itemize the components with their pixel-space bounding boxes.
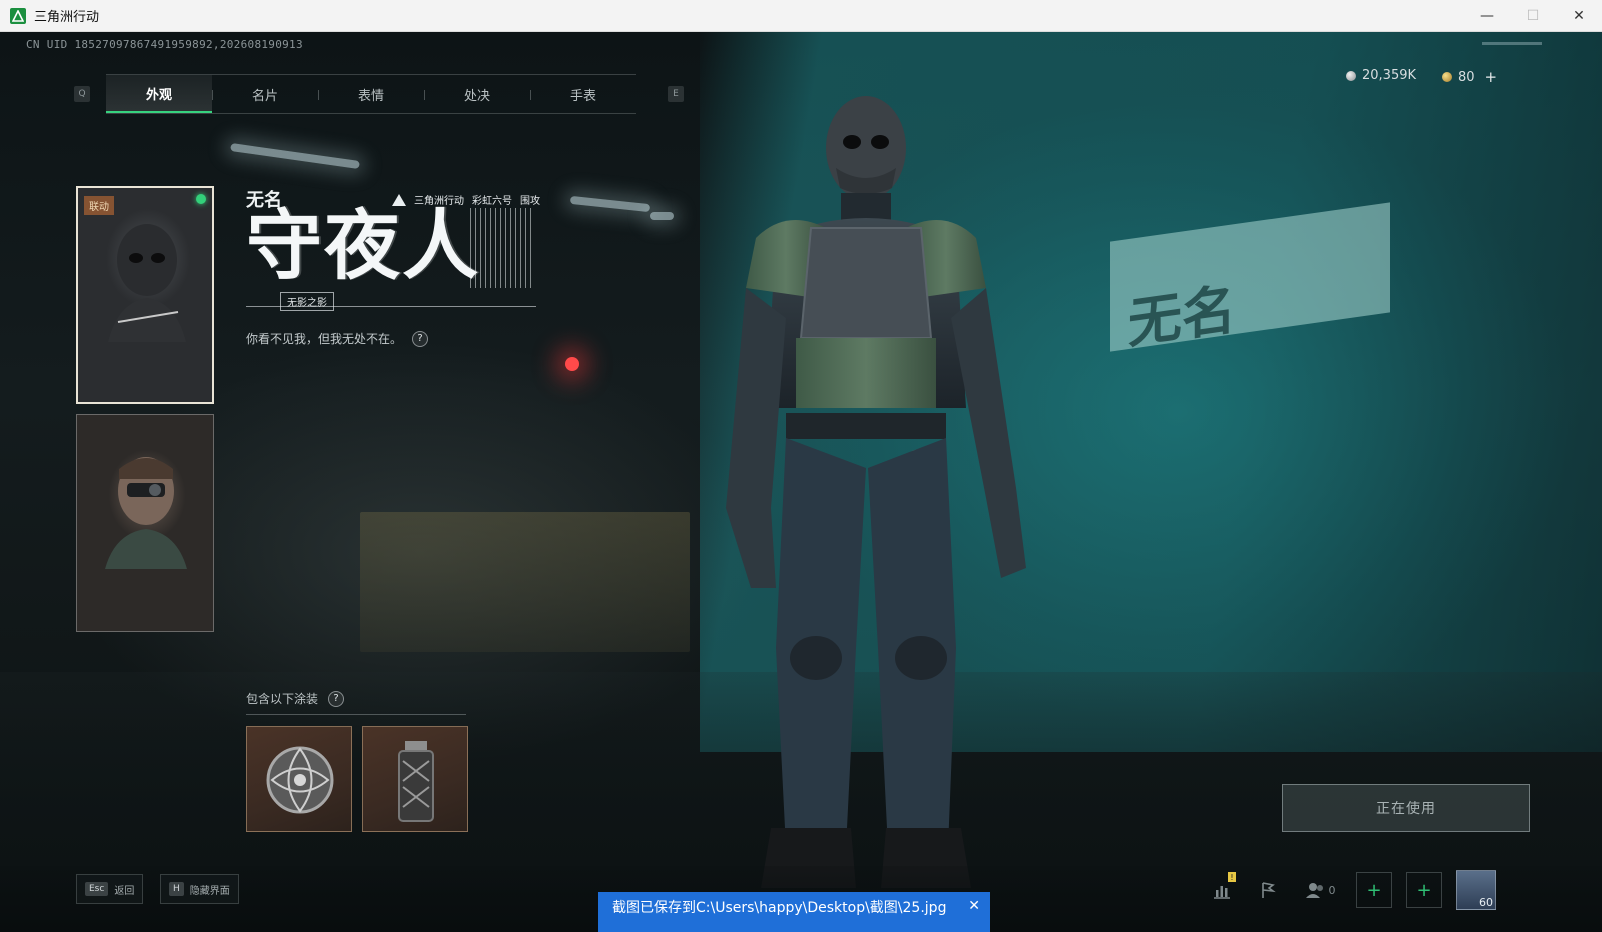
background-ceiling-light (650, 212, 674, 220)
gold-currency: 80 + (1442, 68, 1497, 86)
back-label: 返回 (114, 885, 135, 897)
gold-coin-icon (1442, 72, 1452, 82)
window-title: 三角洲行动 (34, 10, 100, 25)
skin-subtitle: 无影之影 (280, 292, 334, 311)
tab-executions[interactable]: 处决 (424, 75, 530, 113)
close-button[interactable]: ✕ (1556, 0, 1602, 32)
flag-icon (1262, 882, 1276, 898)
social-tray: ! 0 + + 60 (1206, 870, 1496, 910)
category-tabbar: Q 外观 名片 表情 处决 手表 E (68, 74, 688, 114)
friend-count: 0 (1328, 883, 1336, 897)
window-controls: — ☐ ✕ (1464, 0, 1602, 32)
background-wall-text: 无名 (1128, 277, 1236, 356)
minimize-button[interactable]: — (1464, 0, 1510, 32)
tagline-text: 你看不见我，但我无处不在。 (246, 332, 403, 346)
skin-item-charm[interactable] (246, 726, 352, 832)
stats-button[interactable]: ! (1206, 872, 1238, 906)
add-teammate-slot-2[interactable]: + (1406, 872, 1442, 908)
friends-icon (1305, 883, 1323, 898)
masked-operator-portrait-icon (108, 224, 186, 342)
gold-amount: 80 (1458, 69, 1475, 85)
skin-card-default[interactable] (76, 414, 214, 632)
includes-label-text: 包含以下涂装 (246, 692, 319, 706)
tab-emotes[interactable]: 表情 (318, 75, 424, 113)
skin-tagline: 你看不见我，但我无处不在。 ? (246, 330, 429, 347)
player-avatar[interactable]: 60 (1456, 870, 1496, 910)
tab-appearance[interactable]: 外观 (106, 75, 212, 113)
operator-character-model (726, 96, 1026, 888)
warning-badge: ! (1228, 872, 1236, 882)
spherical-charm-icon (266, 746, 334, 814)
silver-amount: 20,359K (1362, 68, 1417, 83)
in-use-button[interactable]: 正在使用 (1282, 784, 1530, 832)
add-currency-button[interactable]: + (1485, 68, 1498, 86)
maximize-button[interactable]: ☐ (1510, 0, 1556, 32)
background-ceiling-light (569, 195, 651, 213)
tab-next-key[interactable]: E (668, 86, 684, 102)
add-teammate-slot-1[interactable]: + (1356, 872, 1392, 908)
silver-currency: 20,359K (1346, 68, 1416, 83)
tab-prev-key[interactable]: Q (74, 86, 90, 102)
back-hotkey[interactable]: Esc 返回 (76, 874, 144, 904)
hide-ui-hotkey[interactable]: H 隐藏界面 (160, 874, 239, 904)
grenade-skin-icon (398, 741, 434, 822)
silver-coin-icon (1346, 70, 1356, 81)
h-key: H (169, 882, 184, 896)
app-logo-icon (10, 7, 26, 24)
bar-chart-icon (1214, 886, 1230, 899)
skin-card-nightwatch[interactable]: 联动 (76, 186, 214, 404)
operator-nvg-portrait-icon (105, 457, 187, 569)
background-ceiling-light (230, 142, 360, 170)
skin-title: 守夜人 (246, 201, 480, 290)
tagline-help-icon[interactable]: ? (412, 330, 429, 347)
category-tabs: 外观 名片 表情 处决 手表 (106, 74, 636, 114)
screenshot-toast: 截图已保存到C:\Users\happy\Desktop\截图\25.jpg ✕ (598, 892, 990, 932)
toast-close-button[interactable]: ✕ (968, 896, 980, 916)
tab-name-card[interactable]: 名片 (212, 75, 318, 113)
hide-ui-label: 隐藏界面 (189, 885, 230, 897)
window-titlebar: 三角洲行动 — ☐ ✕ (0, 0, 1602, 32)
background-crates (360, 512, 690, 652)
includes-divider (246, 714, 466, 715)
tab-watch[interactable]: 手表 (530, 75, 636, 113)
top-right-decoration (1482, 42, 1542, 45)
friends-button[interactable]: 0 (1298, 874, 1342, 906)
title-decoration-lines (470, 208, 534, 288)
includes-help-icon[interactable]: ? (328, 690, 345, 707)
esc-key: Esc (85, 882, 109, 896)
skin-item-grenade[interactable] (362, 726, 468, 832)
includes-label: 包含以下涂装 ? (246, 690, 345, 707)
team-flag-button[interactable] (1252, 874, 1284, 906)
toast-message: 截图已保存到C:\Users\happy\Desktop\截图\25.jpg (612, 900, 947, 916)
game-viewport: 无名 CN UID 18527097867491959892,202608190… (0, 32, 1602, 932)
uid-text: CN UID 18527097867491959892,202608190913 (26, 38, 303, 51)
player-level: 60 (1479, 896, 1493, 909)
equipped-dot-icon (196, 194, 206, 204)
background-red-lamp (565, 357, 579, 371)
collab-subname: 围攻 (520, 196, 540, 207)
